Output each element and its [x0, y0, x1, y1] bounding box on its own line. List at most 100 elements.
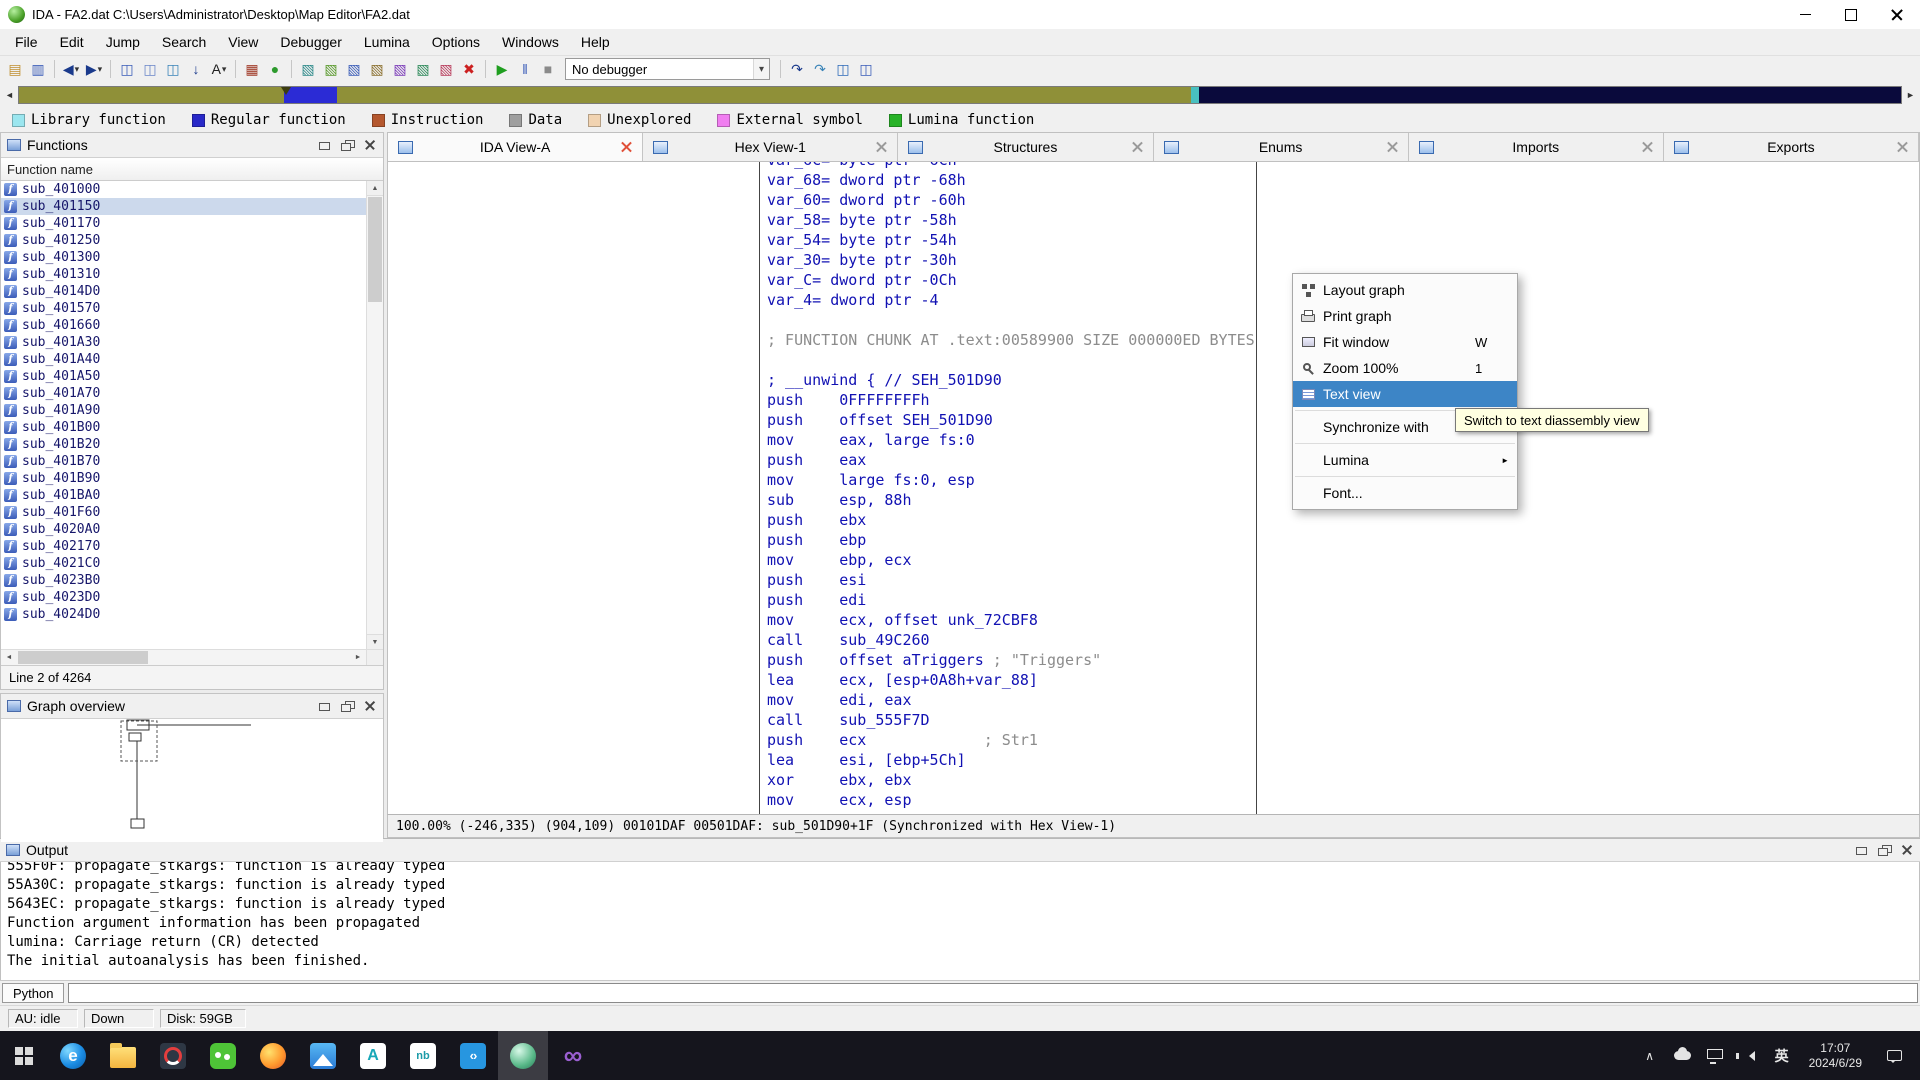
function-row-sub-402170[interactable]: fsub_402170 [1, 538, 366, 555]
function-row-sub-4023d0[interactable]: fsub_4023D0 [1, 589, 366, 606]
function-row-sub-401a70[interactable]: fsub_401A70 [1, 385, 366, 402]
menu-item-help[interactable]: Help [570, 30, 621, 55]
dropdown-arrow-icon[interactable]: ▾ [98, 64, 103, 75]
asm-line[interactable]: var_54= byte ptr -54h [767, 230, 1255, 250]
function-row-sub-4024d0[interactable]: fsub_4024D0 [1, 606, 366, 623]
asm-line[interactable]: var_68= dword ptr -68h [767, 170, 1255, 190]
function-row-sub-4021c0[interactable]: fsub_4021C0 [1, 555, 366, 572]
tab-close-icon[interactable] [1641, 141, 1654, 154]
toolbar-button-rename[interactable]: A▾ [208, 58, 230, 80]
toolbar-button-analysis-4[interactable]: ▧ [366, 58, 388, 80]
asm-line[interactable]: push esi [767, 570, 1255, 590]
function-row-sub-401a30[interactable]: fsub_401A30 [1, 334, 366, 351]
tab-exports[interactable]: Exports [1664, 133, 1919, 161]
asm-line[interactable]: var_58= byte ptr -58h [767, 210, 1255, 230]
function-row-sub-4023b0[interactable]: fsub_4023B0 [1, 572, 366, 589]
function-row-sub-401660[interactable]: fsub_401660 [1, 317, 366, 334]
taskbar-clock[interactable]: 17:07 2024/6/29 [1797, 1041, 1874, 1071]
function-row-sub-401a50[interactable]: fsub_401A50 [1, 368, 366, 385]
navband-segment[interactable] [1199, 87, 1901, 103]
function-row-sub-4014d0[interactable]: fsub_4014D0 [1, 283, 366, 300]
minimize-button[interactable] [1782, 0, 1828, 29]
asm-line[interactable]: mov large fs:0, esp [767, 470, 1255, 490]
scroll-left-icon[interactable]: ◄ [1, 650, 17, 665]
toolbar-button-analysis-6[interactable]: ▧ [412, 58, 434, 80]
dropdown-arrow-icon[interactable]: ▾ [75, 64, 80, 75]
vertical-scroll-thumb[interactable] [368, 197, 382, 302]
asm-line[interactable]: push offset aTriggers ; "Triggers" [767, 650, 1255, 670]
close-icon[interactable] [1900, 843, 1914, 857]
graph-overview-canvas[interactable] [1, 719, 383, 842]
tab-close-icon[interactable] [620, 141, 633, 154]
tab-structures[interactable]: Structures [898, 133, 1153, 161]
function-row-sub-401b20[interactable]: fsub_401B20 [1, 436, 366, 453]
asm-line[interactable]: call sub_555F7D [767, 710, 1255, 730]
taskbar-app-reader-a[interactable]: A [348, 1031, 398, 1080]
tab-close-icon[interactable] [1896, 141, 1909, 154]
tray-network-icon[interactable] [1707, 1049, 1723, 1059]
taskbar-app-edge[interactable]: e [48, 1031, 98, 1080]
asm-line[interactable]: lea ecx, [esp+0A8h+var_88] [767, 670, 1255, 690]
context-menu-item-font[interactable]: Font... [1293, 480, 1517, 506]
tab-close-icon[interactable] [875, 141, 888, 154]
context-menu-item-lumina[interactable]: Lumina► [1293, 447, 1517, 473]
dock-icon[interactable] [317, 699, 331, 713]
asm-line[interactable] [767, 310, 1255, 330]
toolbar-button-jump-to-address[interactable]: ↓ [185, 58, 207, 80]
tray-hidden-icons-icon[interactable]: ∧ [1642, 1049, 1658, 1063]
navband-right-arrow-icon[interactable]: ► [1904, 90, 1917, 100]
toolbar-button-save-file[interactable]: ▥ [27, 58, 49, 80]
toolbar-button-patch-bytes[interactable]: ▦ [241, 58, 263, 80]
function-row-sub-401b90[interactable]: fsub_401B90 [1, 470, 366, 487]
toolbar-button-navigate-back[interactable]: ◀▾ [60, 58, 82, 80]
toolbar-button-analysis-2[interactable]: ▧ [320, 58, 342, 80]
navband-segment[interactable] [1191, 87, 1199, 103]
asm-line[interactable]: ; FUNCTION CHUNK AT .text:00589900 SIZE … [767, 330, 1255, 350]
maximize-button[interactable] [1828, 0, 1874, 29]
taskbar-app-file-explorer[interactable] [98, 1031, 148, 1080]
context-menu-item-zoom-100[interactable]: Zoom 100%1 [1293, 355, 1517, 381]
menu-item-options[interactable]: Options [421, 30, 491, 55]
scroll-up-icon[interactable]: ▲ [367, 181, 383, 196]
function-row-sub-401a40[interactable]: fsub_401A40 [1, 351, 366, 368]
asm-line[interactable]: var_C= dword ptr -0Ch [767, 270, 1255, 290]
asm-line[interactable]: mov ebp, ecx [767, 550, 1255, 570]
taskbar-app-visual-studio[interactable]: ∞ [548, 1031, 598, 1080]
toolbar-button-step-over[interactable]: ↷ [809, 58, 831, 80]
ime-indicator[interactable]: 英 [1767, 1046, 1797, 1066]
menu-item-search[interactable]: Search [151, 30, 217, 55]
asm-line[interactable]: push eax [767, 450, 1255, 470]
functions-vertical-scrollbar[interactable]: ▲ ▼ [366, 181, 383, 649]
navigation-band[interactable] [18, 86, 1902, 104]
python-input[interactable] [68, 983, 1918, 1003]
asm-line[interactable]: mov edi, eax [767, 690, 1255, 710]
taskbar-app-vscode[interactable]: ‹› [448, 1031, 498, 1080]
navband-segment[interactable] [337, 87, 1191, 103]
output-panel[interactable]: 555F0F: propagate_stkargs: function is a… [0, 862, 1920, 980]
disassembly-graph-view[interactable]: var_6C= byte ptr -6Chvar_68= dword ptr -… [387, 162, 1920, 814]
asm-line[interactable]: push ebx [767, 510, 1255, 530]
asm-line[interactable]: push edi [767, 590, 1255, 610]
toolbar-button-start-process[interactable]: ▶ [491, 58, 513, 80]
function-row-sub-401250[interactable]: fsub_401250 [1, 232, 366, 249]
function-row-sub-401150[interactable]: fsub_401150 [1, 198, 366, 215]
function-row-sub-401570[interactable]: fsub_401570 [1, 300, 366, 317]
context-menu-item-text-view[interactable]: Text view [1293, 381, 1517, 407]
function-row-sub-401170[interactable]: fsub_401170 [1, 215, 366, 232]
navband-left-arrow-icon[interactable]: ◄ [3, 90, 16, 100]
toolbar-button-analysis-1[interactable]: ▧ [297, 58, 319, 80]
dropdown-arrow-icon[interactable]: ▾ [222, 64, 227, 75]
close-icon[interactable] [363, 699, 377, 713]
taskbar-app-wechat[interactable] [198, 1031, 248, 1080]
function-row-sub-401ba0[interactable]: fsub_401BA0 [1, 487, 366, 504]
taskbar-app-firefox[interactable] [248, 1031, 298, 1080]
tab-imports[interactable]: Imports [1409, 133, 1664, 161]
toolbar-button-stop-process[interactable]: ■ [537, 58, 559, 80]
menu-item-windows[interactable]: Windows [491, 30, 570, 55]
toolbar-button-step-into[interactable]: ↷ [786, 58, 808, 80]
toolbar-button-jump-by-name[interactable]: ◫ [116, 58, 138, 80]
toolbar-button-pause-process[interactable]: ‖ [514, 58, 536, 80]
scroll-down-icon[interactable]: ▼ [367, 634, 383, 649]
asm-line[interactable]: mov ecx, esp [767, 790, 1255, 810]
menu-item-debugger[interactable]: Debugger [269, 30, 353, 55]
